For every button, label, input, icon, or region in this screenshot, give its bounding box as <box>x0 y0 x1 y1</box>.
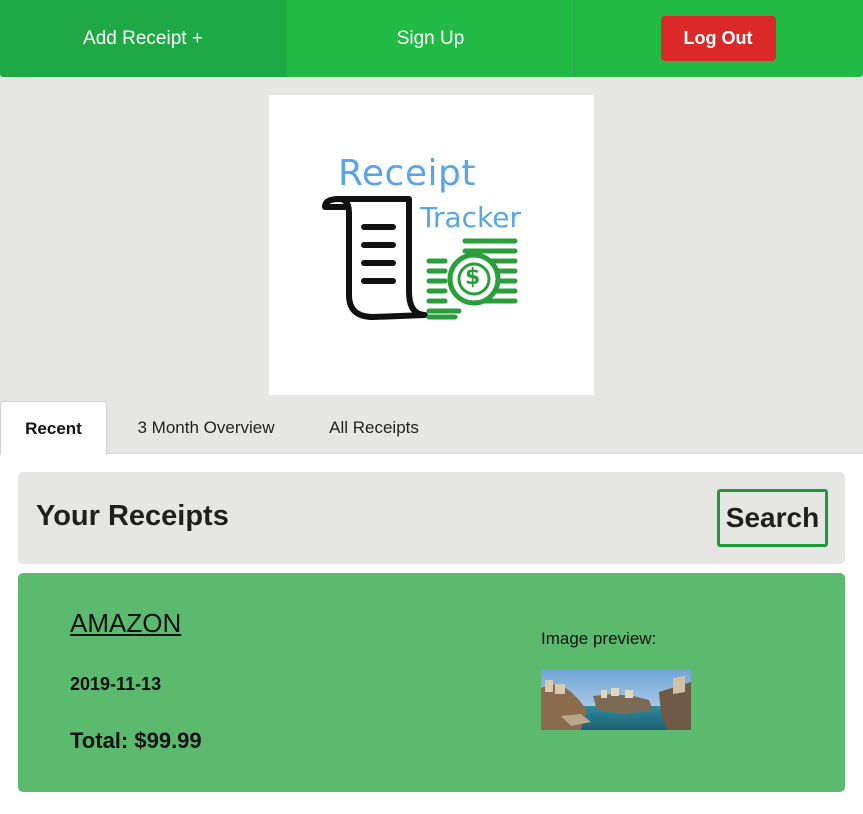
receipts-header: Your Receipts Search <box>18 472 845 564</box>
header-band: Receipt Tracker $ <box>0 77 863 454</box>
logo-word-receipt: Receipt <box>338 153 476 194</box>
tab-3-month-overview[interactable]: 3 Month Overview <box>107 401 305 455</box>
search-button[interactable]: Search <box>717 489 828 547</box>
add-receipt-label: Add Receipt + <box>83 27 203 49</box>
tab-3-month-overview-label: 3 Month Overview <box>137 418 275 437</box>
add-receipt-link[interactable]: Add Receipt + <box>0 0 286 77</box>
logo-dollar-sign: $ <box>465 265 481 290</box>
top-navigation: Add Receipt + Sign Up Log Out <box>0 0 863 77</box>
sign-up-label: Sign Up <box>396 27 465 49</box>
receipt-vendor-link[interactable]: AMAZON <box>70 608 181 639</box>
coastal-photo-image <box>541 670 691 730</box>
logo-graphic <box>322 196 518 320</box>
tab-bar: Recent 3 Month Overview All Receipts <box>0 401 863 455</box>
log-out-button[interactable]: Log Out <box>660 16 776 61</box>
tab-all-receipts-label: All Receipts <box>329 418 419 437</box>
logo-word-tracker: Tracker <box>420 201 522 234</box>
receipt-image-thumbnail[interactable] <box>541 670 691 730</box>
tab-recent[interactable]: Recent <box>0 401 107 455</box>
search-button-label: Search <box>725 502 820 533</box>
tab-all-receipts[interactable]: All Receipts <box>305 401 443 455</box>
sign-up-link[interactable]: Sign Up <box>286 0 575 77</box>
log-out-cell: Log Out <box>575 0 863 77</box>
image-preview-label: Image preview: <box>541 629 657 648</box>
page-title: Your Receipts <box>36 500 229 532</box>
receipt-total: Total: $99.99 <box>70 728 202 753</box>
log-out-label: Log Out <box>683 28 753 48</box>
tab-recent-label: Recent <box>25 418 82 438</box>
receipt-scroll-icon <box>322 196 428 320</box>
receipt-tracker-logo: Receipt Tracker $ <box>269 95 594 395</box>
receipt-date: 2019-11-13 <box>70 674 162 694</box>
receipt-card: AMAZON 2019-11-13 Total: $99.99 Image pr… <box>18 573 845 792</box>
